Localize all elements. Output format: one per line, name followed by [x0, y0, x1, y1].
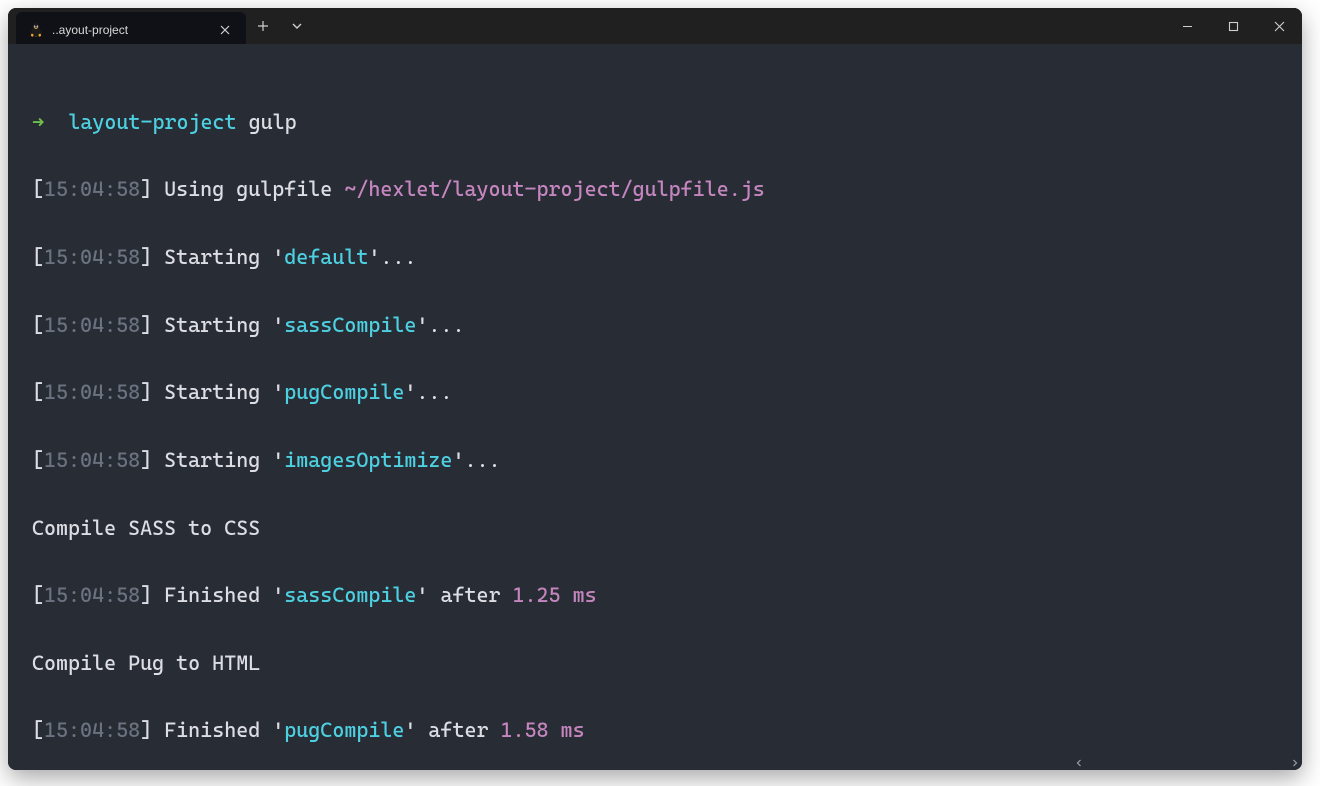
tab-active[interactable]: ..ayout-project — [16, 12, 246, 48]
output-text: Using gulpfile — [164, 177, 332, 201]
tab-dropdown-button[interactable] — [280, 8, 314, 44]
prompt-arrow-icon: ➜ — [32, 110, 44, 134]
terminal-body[interactable]: ➜ layout-project gulp [15:04:58] Using g… — [8, 44, 1302, 770]
output-line: Compile SASS to CSS — [32, 512, 1278, 546]
output-text: Finished — [164, 583, 260, 607]
output-text: after — [428, 718, 488, 742]
output-line: [15:04:58] Starting 'imagesOptimize'... — [32, 444, 1278, 478]
output-text: Starting — [164, 245, 260, 269]
task-name: pugCompile — [284, 718, 404, 742]
timestamp: 15:04:58 — [44, 245, 140, 269]
new-tab-button[interactable] — [246, 8, 280, 44]
output-text: after — [440, 583, 500, 607]
output-text: Finished — [164, 718, 260, 742]
terminal-window: ..ayout-project ➜ layout-project gulp — [8, 8, 1302, 770]
tab-close-button[interactable] — [216, 21, 234, 39]
output-line: [15:04:58] Finished 'sassCompile' after … — [32, 579, 1278, 613]
output-line: Compile Pug to HTML — [32, 647, 1278, 681]
close-button[interactable] — [1256, 8, 1302, 44]
output-line: [15:04:58] Finished 'pugCompile' after 1… — [32, 714, 1278, 748]
output-line: [15:04:58] Starting 'default'... — [32, 241, 1278, 275]
timestamp: 15:04:58 — [44, 583, 140, 607]
gulpfile-path: ~/hexlet/layout-project/gulpfile.js — [344, 177, 764, 201]
output-line: [15:04:58] Starting 'pugCompile'... — [32, 376, 1278, 410]
scroll-left-icon[interactable] — [1072, 756, 1086, 770]
prompt-command: gulp — [249, 110, 297, 134]
duration: 1.58 ms — [501, 718, 585, 742]
timestamp: 15:04:58 — [44, 313, 140, 337]
output-text: Compile SASS to CSS — [32, 516, 260, 540]
titlebar[interactable]: ..ayout-project — [8, 8, 1302, 44]
output-text: Starting — [164, 313, 260, 337]
timestamp: 15:04:58 — [44, 448, 140, 472]
scroll-right-icon[interactable] — [1288, 756, 1302, 770]
tux-icon — [28, 22, 44, 38]
maximize-button[interactable] — [1210, 8, 1256, 44]
task-name: default — [284, 245, 368, 269]
output-text: Starting — [164, 380, 260, 404]
task-name: sassCompile — [284, 313, 416, 337]
tab-strip: ..ayout-project — [8, 8, 246, 44]
output-line: [15:04:58] Using gulpfile ~/hexlet/layou… — [32, 173, 1278, 207]
horizontal-scrollbar[interactable] — [1072, 756, 1302, 770]
prompt-cwd: layout-project — [68, 110, 236, 134]
tab-title: ..ayout-project — [52, 23, 128, 37]
duration: 1.25 ms — [513, 583, 597, 607]
output-text: Starting — [164, 448, 260, 472]
timestamp: 15:04:58 — [44, 177, 140, 201]
prompt-line: ➜ layout-project gulp — [32, 106, 1278, 140]
task-name: imagesOptimize — [284, 448, 452, 472]
output-line: [15:04:58] Starting 'sassCompile'... — [32, 309, 1278, 343]
minimize-button[interactable] — [1164, 8, 1210, 44]
task-name: pugCompile — [284, 380, 404, 404]
timestamp: 15:04:58 — [44, 718, 140, 742]
output-text: Compile Pug to HTML — [32, 651, 260, 675]
task-name: sassCompile — [284, 583, 416, 607]
timestamp: 15:04:58 — [44, 380, 140, 404]
scroll-track[interactable] — [1086, 756, 1288, 770]
window-controls — [1164, 8, 1302, 44]
